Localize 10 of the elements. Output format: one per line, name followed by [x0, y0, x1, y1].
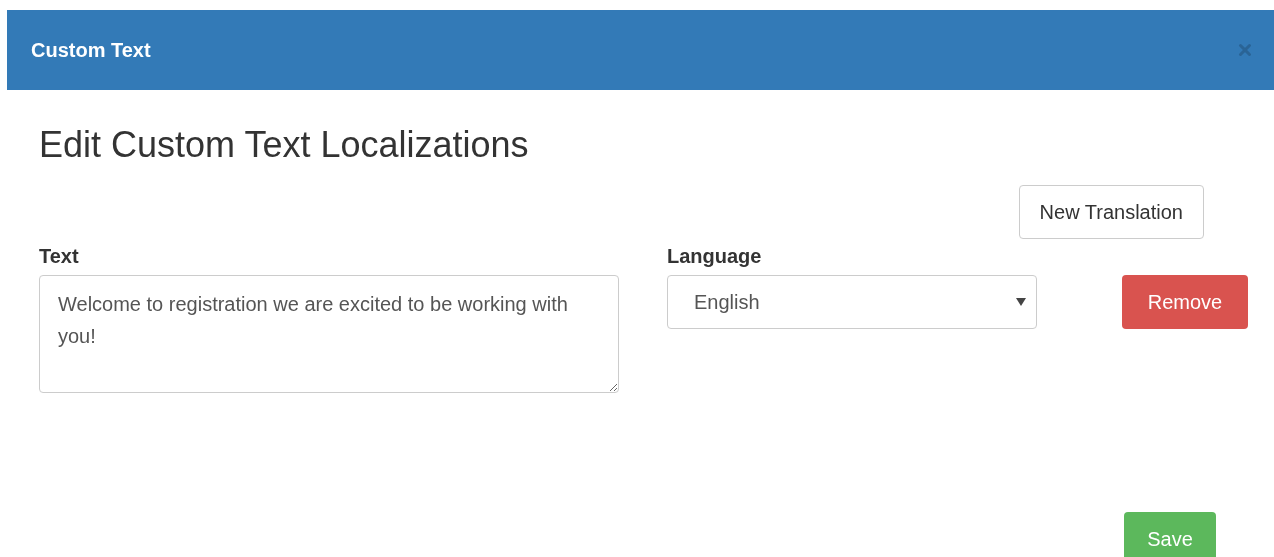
language-select[interactable]: English	[667, 275, 1037, 329]
page-heading: Edit Custom Text Localizations	[39, 123, 530, 167]
close-icon[interactable]	[1236, 41, 1254, 59]
remove-button[interactable]: Remove	[1122, 275, 1248, 329]
text-label: Text	[39, 244, 80, 269]
dialog-title: Custom Text	[31, 38, 151, 63]
new-translation-button[interactable]: New Translation	[1018, 185, 1204, 239]
text-field[interactable]: Welcome to registration we are excited to be working with you!	[39, 275, 619, 393]
language-label: Language	[667, 244, 763, 269]
caret-icon	[1016, 298, 1026, 306]
